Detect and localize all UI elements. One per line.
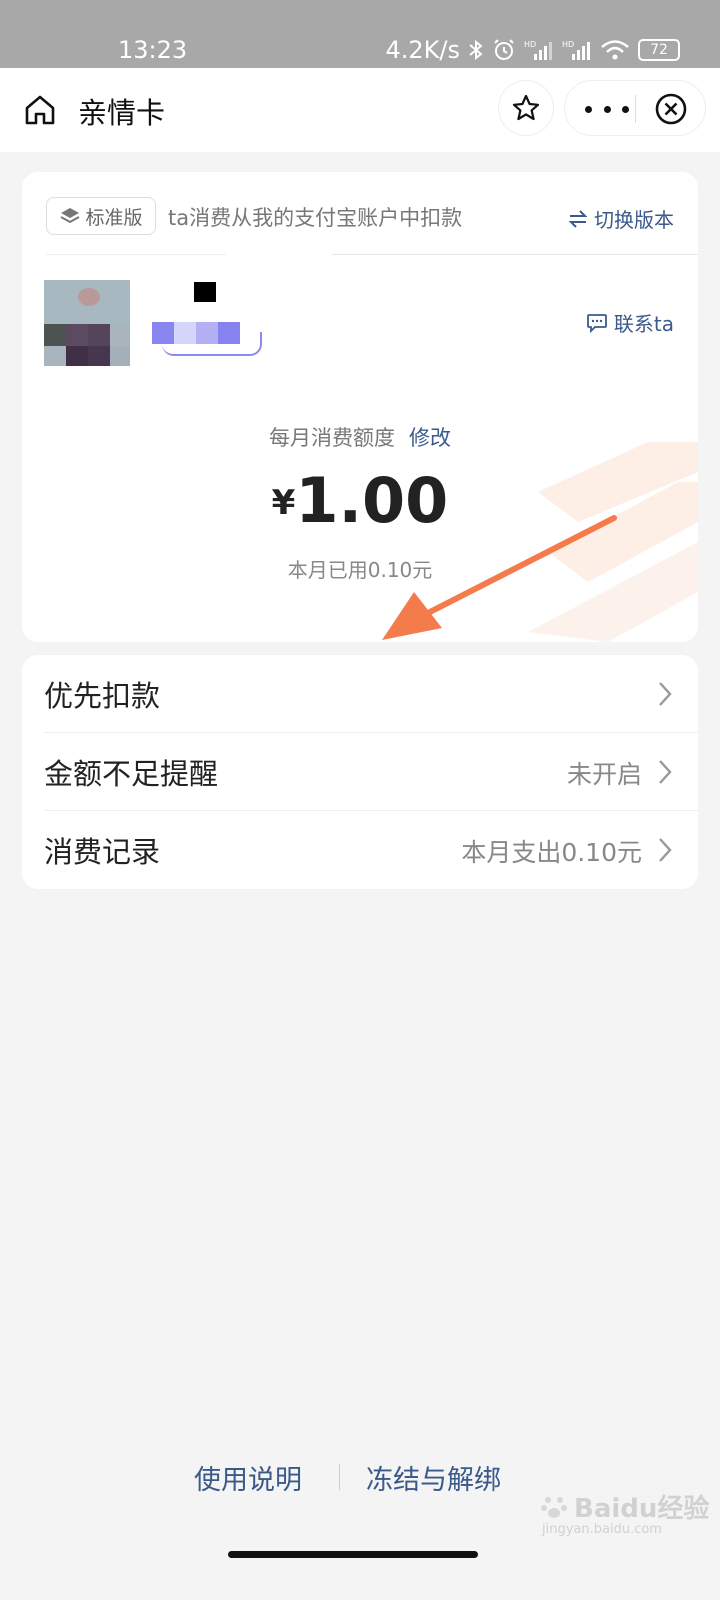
switch-icon: [568, 209, 588, 228]
alarm-icon: [494, 39, 514, 60]
version-tag: 标准版: [46, 197, 156, 235]
network-speed: 4.2K/s: [385, 36, 461, 64]
list-item-label: 金额不足提醒: [44, 757, 219, 791]
status-bar: 13:23 4.2K/s HD HD 72: [0, 0, 720, 68]
currency-symbol: ¥: [271, 483, 296, 523]
chevron-right-icon: [659, 838, 672, 862]
card-description: ta消费从我的支付宝账户中扣款: [168, 206, 463, 230]
layers-icon: [60, 208, 80, 224]
list-item-value: 未开启: [566, 760, 642, 789]
baidu-watermark: Baidu经验 jingyan.baidu.com: [540, 1488, 710, 1537]
redacted-name: [194, 282, 216, 302]
star-icon: [512, 94, 540, 121]
freeze-unbind-link[interactable]: 冻结与解绑: [366, 1458, 501, 1497]
list-item-low-balance-alert[interactable]: 金额不足提醒 未开启: [22, 733, 698, 811]
capsule-divider: [635, 95, 636, 123]
avatar[interactable]: [44, 280, 130, 366]
signal-hd-icon: HD: [562, 40, 590, 60]
contact-ta-link[interactable]: 联系ta: [586, 308, 674, 337]
watermark-brand: Baidu经验: [574, 1494, 710, 1524]
divider: [332, 254, 698, 255]
paw-icon: [541, 1496, 567, 1518]
mini-program-capsule: [564, 80, 706, 136]
status-time: 13:23: [118, 36, 188, 64]
list-item-label: 优先扣款: [44, 679, 161, 713]
bluetooth-icon: [469, 39, 483, 61]
list-item-value: 本月支出0.10元: [461, 838, 642, 867]
svg-text:HD: HD: [524, 40, 536, 49]
redacted-relation-tag[interactable]: [152, 322, 262, 356]
watermark-url: jingyan.baidu.com: [542, 1522, 662, 1537]
chevron-right-icon: [659, 760, 672, 784]
home-icon[interactable]: [22, 92, 58, 128]
battery-icon: 72: [638, 39, 680, 61]
edit-limit-link[interactable]: 修改: [409, 426, 451, 450]
list-item-spending-records[interactable]: 消费记录 本月支出0.10元: [22, 811, 698, 889]
contact-ta-label: 联系ta: [613, 312, 674, 336]
status-right-group: 4.2K/s HD HD 72: [385, 36, 680, 64]
footer-divider: [339, 1464, 340, 1490]
svg-text:HD: HD: [562, 40, 574, 49]
close-icon[interactable]: [653, 91, 689, 127]
divider: [46, 254, 226, 255]
home-indicator[interactable]: [228, 1551, 478, 1558]
list-item-priority-deduction[interactable]: 优先扣款: [22, 655, 698, 733]
favorite-button[interactable]: [498, 80, 554, 136]
chat-icon: [586, 313, 607, 333]
switch-version-link[interactable]: 切换版本: [568, 204, 674, 233]
more-icon[interactable]: [585, 95, 629, 123]
app-header: 亲情卡: [0, 68, 720, 152]
list-item-label: 消费记录: [44, 835, 161, 869]
annotation-arrow: [382, 515, 617, 640]
monthly-limit-row: 每月消费额度 修改: [22, 422, 698, 452]
page-title: 亲情卡: [78, 96, 166, 130]
switch-version-label: 切换版本: [594, 208, 674, 232]
signal-hd-icon: HD: [524, 40, 552, 60]
monthly-limit-label: 每月消费额度: [269, 426, 395, 450]
version-label: 标准版: [85, 206, 143, 229]
wifi-icon: [601, 40, 629, 60]
settings-list: 优先扣款 金额不足提醒 未开启 消费记录 本月支出0.10元: [22, 655, 698, 889]
usage-instructions-link[interactable]: 使用说明: [194, 1458, 302, 1497]
chevron-right-icon: [659, 682, 672, 706]
